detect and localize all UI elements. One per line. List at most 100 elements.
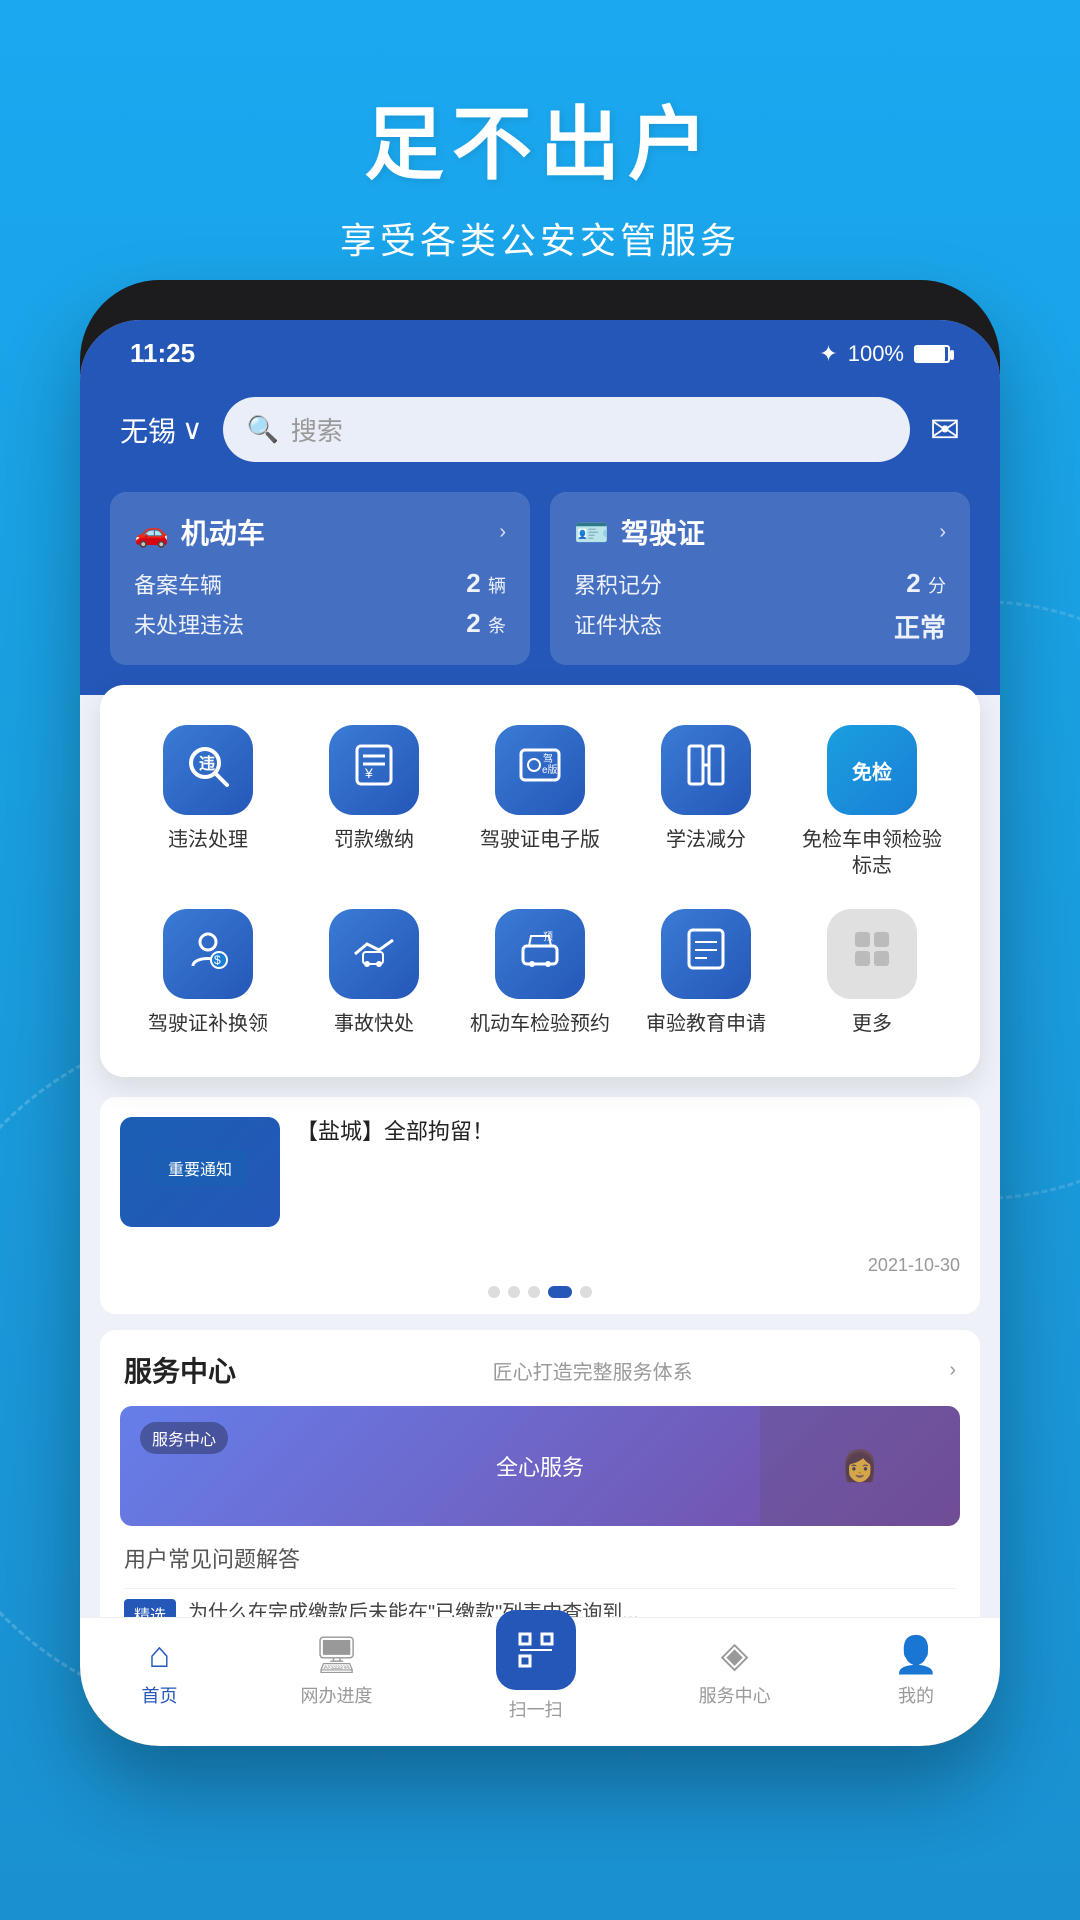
svg-text:e版: e版 <box>542 763 558 776</box>
svg-text:预: 预 <box>543 931 553 943</box>
vehicle-card-title: 🚗 机动车 <box>134 512 265 552</box>
service-renew[interactable]: $ 驾驶证补换领 <box>130 909 286 1037</box>
license-card-arrow: › <box>939 521 946 544</box>
status-time: 11:25 <box>130 338 195 369</box>
phone-top <box>80 280 1000 320</box>
news-image: 重要通知 <box>120 1117 280 1227</box>
service-violation[interactable]: 违 违法处理 <box>130 725 286 879</box>
inspect-icon-wrap: 预 <box>495 909 585 999</box>
vehicle-violation-row: 未处理违法 2 条 <box>134 608 506 640</box>
battery-text: 100% <box>848 341 904 367</box>
phone-notch <box>440 280 640 312</box>
service-exempt[interactable]: 免检 免检车申领检验标志 <box>794 725 950 879</box>
license-card[interactable]: 🪪 驾驶证 › 累积记分 2 分 证件状态 正常 <box>550 492 970 665</box>
service-banner-label: 服务中心 <box>140 1422 228 1454</box>
renew-icon-wrap: $ <box>163 909 253 999</box>
service-elicense[interactable]: 驾 e版 驾驶证电子版 <box>462 725 618 879</box>
header-title: 足不出户 <box>0 80 1080 196</box>
exempt-label: 免检车申领检验标志 <box>794 827 950 879</box>
renew-icon: $ <box>183 924 233 984</box>
city-chevron-icon: ∨ <box>182 413 203 446</box>
violation-icon-wrap: 违 <box>163 725 253 815</box>
violation-icon: 违 <box>183 741 233 800</box>
faq-title: 用户常见问题解答 <box>124 1542 956 1574</box>
fine-icon: ¥ <box>349 740 399 800</box>
mail-icon[interactable]: ✉ <box>930 409 960 451</box>
service-fine[interactable]: ¥ 罚款缴纳 <box>296 725 452 879</box>
vehicle-card[interactable]: 🚗 机动车 › 备案车辆 2 辆 未处理违法 2 条 <box>110 492 530 665</box>
license-card-title: 🪪 驾驶证 <box>574 512 705 552</box>
svg-text:$: $ <box>214 953 221 967</box>
news-title: 【盐城】全部拘留！ <box>296 1117 960 1148</box>
mine-label: 我的 <box>898 1682 934 1706</box>
accident-icon-wrap <box>329 909 419 999</box>
service-center-header: 服务中心 匠心打造完整服务体系 › <box>100 1330 980 1406</box>
news-img-label: 重要通知 <box>154 1150 246 1186</box>
accident-label: 事故快处 <box>334 1011 414 1037</box>
app-header: 无锡 ∨ 🔍 搜索 ✉ <box>80 381 1000 492</box>
more-icon-wrap <box>827 909 917 999</box>
news-card[interactable]: 重要通知 【盐城】全部拘留！ <box>100 1097 980 1247</box>
search-icon: 🔍 <box>247 414 279 445</box>
cards-row: 🚗 机动车 › 备案车辆 2 辆 未处理违法 2 条 <box>80 492 1000 695</box>
service-more[interactable]: 更多 <box>794 909 950 1037</box>
license-card-header: 🪪 驾驶证 › <box>574 512 946 552</box>
city-selector[interactable]: 无锡 ∨ <box>120 410 203 450</box>
service-accident[interactable]: 事故快处 <box>296 909 452 1037</box>
phone-mockup: 11:25 ✦ 100% 无锡 ∨ 🔍 搜索 ✉ <box>80 280 1000 1746</box>
news-content: 【盐城】全部拘留！ <box>296 1117 960 1148</box>
nav-services[interactable]: ◈ 服务中心 <box>699 1634 771 1706</box>
fine-label: 罚款缴纳 <box>334 827 414 853</box>
scan-label: 扫一扫 <box>509 1696 563 1706</box>
exempt-icon-wrap: 免检 <box>827 725 917 815</box>
nav-home[interactable]: ⌂ 首页 <box>142 1634 178 1706</box>
service-center-arrow[interactable]: › <box>949 1359 956 1382</box>
inspect-label: 机动车检验预约 <box>470 1011 610 1037</box>
service-inspect[interactable]: 预 机动车检验预约 <box>462 909 618 1037</box>
mine-icon: 👤 <box>894 1634 939 1676</box>
dot-1 <box>488 1286 500 1298</box>
services-grid: 违 违法处理 ¥ <box>130 725 950 1037</box>
service-study[interactable]: 学法减分 <box>628 725 784 879</box>
elicense-label: 驾驶证电子版 <box>480 827 600 853</box>
progress-label: 网办进度 <box>301 1682 373 1706</box>
service-center-subtitle: 匠心打造完整服务体系 <box>493 1356 693 1385</box>
nav-scan[interactable]: 扫一扫 <box>496 1634 576 1706</box>
service-review[interactable]: 审验教育申请 <box>628 909 784 1037</box>
home-icon: ⌂ <box>149 1634 171 1676</box>
license-icon: 🪪 <box>574 516 609 549</box>
license-status-row: 证件状态 正常 <box>574 608 946 645</box>
nav-progress[interactable]: 🖥 网办进度 <box>301 1634 373 1706</box>
nav-mine[interactable]: 👤 我的 <box>894 1634 939 1706</box>
renew-label: 驾驶证补换领 <box>148 1011 268 1037</box>
review-icon-wrap <box>661 909 751 999</box>
search-placeholder: 搜索 <box>291 411 343 448</box>
bluetooth-icon: ✦ <box>819 341 837 367</box>
status-icons: ✦ 100% <box>819 341 950 367</box>
bottom-nav: ⌂ 首页 🖥 网办进度 扫一扫 ◈ <box>80 1617 1000 1706</box>
more-label: 更多 <box>852 1011 892 1037</box>
services-label: 服务中心 <box>699 1682 771 1706</box>
battery-icon <box>914 345 950 363</box>
svg-text:¥: ¥ <box>364 765 373 781</box>
dot-2 <box>508 1286 520 1298</box>
vehicle-card-arrow: › <box>499 521 506 544</box>
vehicle-filed-row: 备案车辆 2 辆 <box>134 568 506 600</box>
service-banner-text: 全心服务 <box>496 1450 584 1482</box>
violation-label: 违法处理 <box>168 827 248 853</box>
accident-icon <box>349 924 399 984</box>
study-label: 学法减分 <box>666 827 746 853</box>
services-icon: ◈ <box>721 1634 749 1676</box>
search-bar[interactable]: 🔍 搜索 <box>223 397 910 462</box>
vehicle-card-header: 🚗 机动车 › <box>134 512 506 552</box>
fine-icon-wrap: ¥ <box>329 725 419 815</box>
progress-icon: 🖥 <box>314 1634 360 1676</box>
dot-5 <box>580 1286 592 1298</box>
review-label: 审验教育申请 <box>646 1011 766 1037</box>
review-icon <box>681 924 731 984</box>
service-banner[interactable]: 服务中心 全心服务 👩 <box>120 1406 960 1526</box>
services-panel: 违 违法处理 ¥ <box>100 685 980 1077</box>
dot-4-active <box>548 1286 572 1298</box>
study-icon-wrap <box>661 725 751 815</box>
car-icon: 🚗 <box>134 516 169 549</box>
